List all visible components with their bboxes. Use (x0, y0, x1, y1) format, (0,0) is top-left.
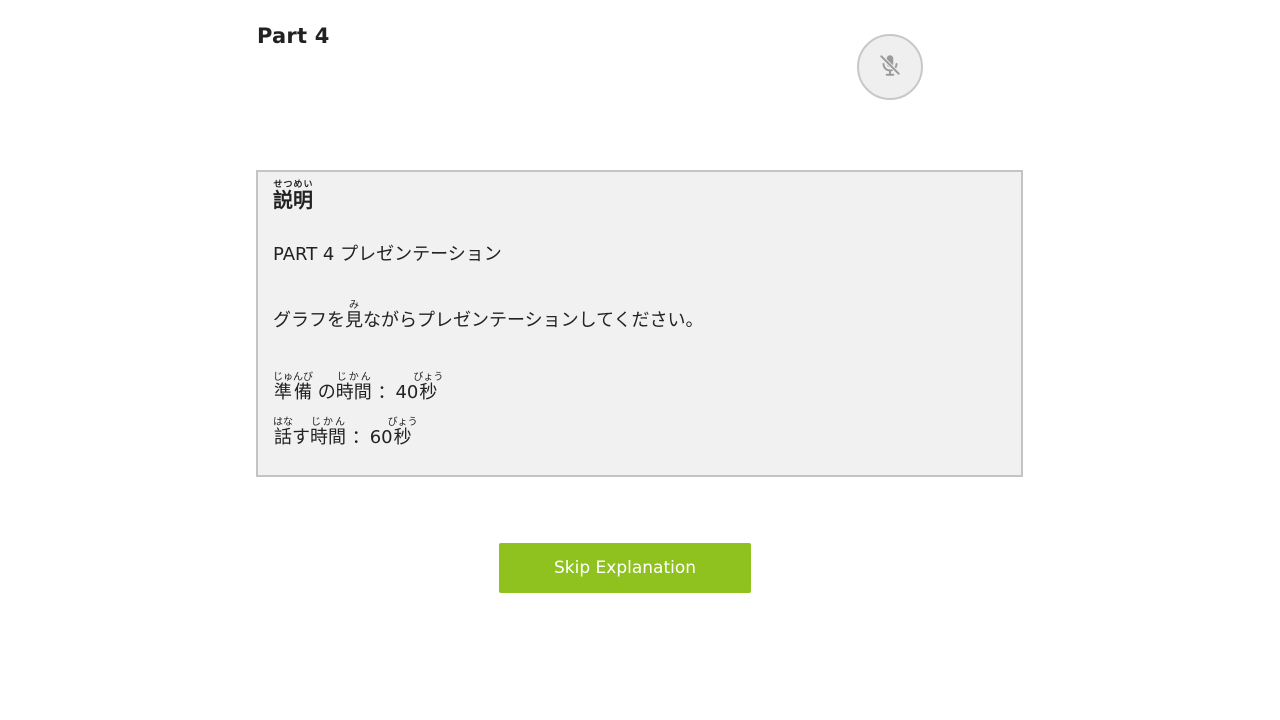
part-description: PART 4 プレゼンテーション (273, 244, 502, 265)
speaking-time: 話はなす時間じかん ：60秒びょう (273, 417, 418, 448)
explanation-panel: 説明せつめい PART 4 プレゼンテーション グラフを見みながらプレゼンテーシ… (256, 170, 1023, 477)
instruction-text: グラフを見みながらプレゼンテーションしてください。 (273, 300, 704, 331)
microphone-off-icon (877, 52, 903, 82)
page: Part 4 説明せつめい PART 4 プレゼンテーション グラフを見みながら… (0, 0, 1280, 720)
explanation-heading: 説明せつめい (273, 180, 313, 212)
preparation-time: 準備じゅんび の時間じかん ：40秒びょう (273, 372, 444, 403)
mic-toggle-button[interactable] (857, 34, 923, 100)
skip-explanation-button[interactable]: Skip Explanation (499, 543, 751, 593)
page-title: Part 4 (257, 24, 330, 48)
